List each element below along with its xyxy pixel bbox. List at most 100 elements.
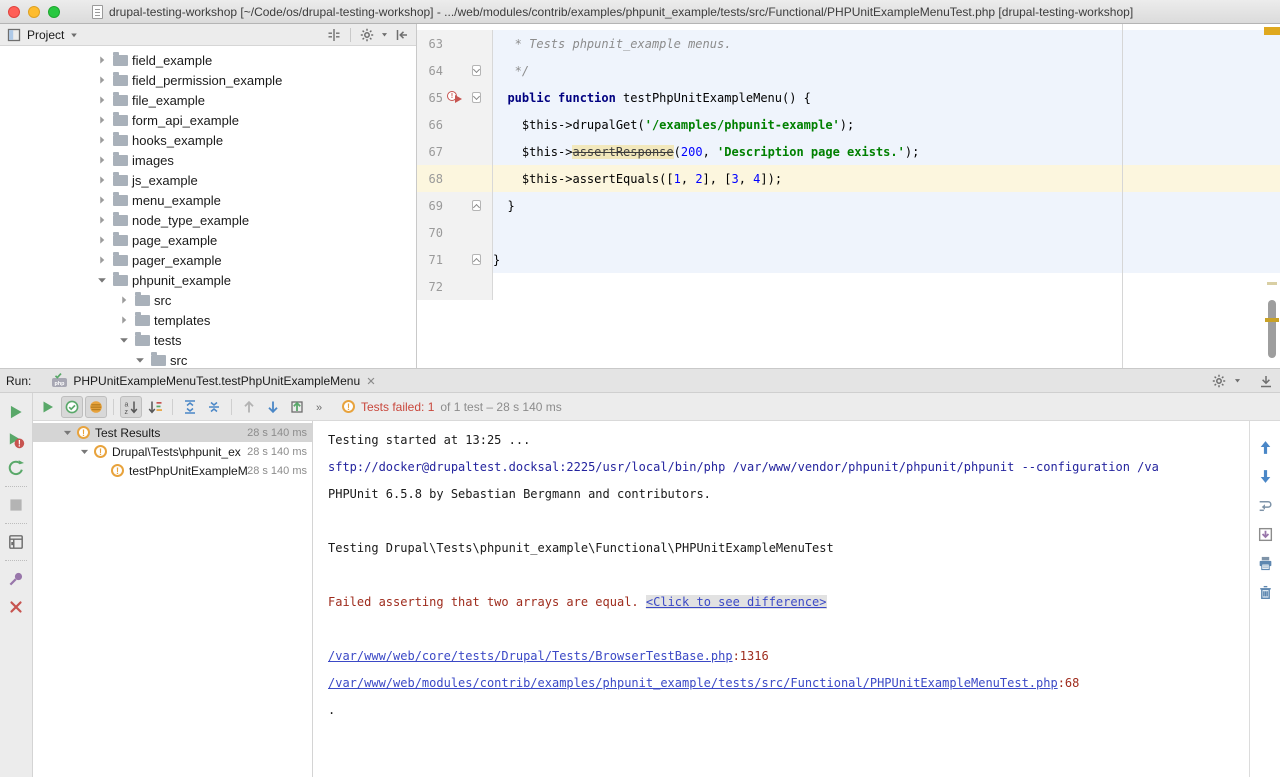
editor-line-70[interactable]: 70 bbox=[417, 219, 1280, 246]
editor-line-69[interactable]: 69 } bbox=[417, 192, 1280, 219]
project-tree-item-menu_example[interactable]: menu_example bbox=[0, 190, 416, 210]
sort-alphabetically-button[interactable]: az bbox=[120, 396, 142, 418]
console-link[interactable]: <Click to see difference> bbox=[646, 595, 827, 609]
code-fold-icon[interactable] bbox=[472, 200, 481, 211]
test-console[interactable]: Testing started at 13:25 ...sftp://docke… bbox=[313, 421, 1280, 777]
chevron-down-icon[interactable] bbox=[69, 30, 79, 40]
editor-scrollbar[interactable] bbox=[1264, 24, 1280, 368]
test-tree-row[interactable]: !Drupal\Tests\phpunit_ex28 s 140 ms bbox=[33, 442, 312, 461]
chevron-down-icon[interactable] bbox=[117, 333, 131, 347]
chevron-down-icon[interactable] bbox=[78, 445, 91, 458]
more-actions-button[interactable]: » bbox=[310, 396, 332, 418]
chevron-right-icon[interactable] bbox=[117, 293, 131, 307]
hide-panel-icon[interactable] bbox=[394, 27, 410, 43]
next-failed-test-button[interactable] bbox=[262, 396, 284, 418]
code-fold-icon[interactable] bbox=[472, 254, 481, 265]
scroll-to-end-icon[interactable] bbox=[1257, 526, 1274, 543]
chevron-right-icon[interactable] bbox=[95, 153, 109, 167]
chevron-right-icon[interactable] bbox=[95, 113, 109, 127]
error-stripe-mark[interactable] bbox=[1267, 282, 1277, 285]
chevron-right-icon[interactable] bbox=[95, 233, 109, 247]
restore-layout-icon[interactable] bbox=[7, 533, 25, 551]
chevron-right-icon[interactable] bbox=[95, 213, 109, 227]
editor-line-67[interactable]: 67 $this->assertResponse(200, 'Descripti… bbox=[417, 138, 1280, 165]
rerun-failed-tests-icon[interactable]: ! bbox=[7, 431, 25, 449]
chevron-right-icon[interactable] bbox=[95, 253, 109, 267]
chevron-right-icon[interactable] bbox=[95, 193, 109, 207]
collapse-all-button[interactable] bbox=[203, 396, 225, 418]
project-tree-item-node_type_example[interactable]: node_type_example bbox=[0, 210, 416, 230]
test-tree-row[interactable]: !Test Results28 s 140 ms bbox=[33, 423, 312, 442]
project-tree-item-tests[interactable]: tests bbox=[0, 330, 416, 350]
error-stripe-mark[interactable] bbox=[1265, 318, 1279, 322]
chevron-right-icon[interactable] bbox=[95, 133, 109, 147]
chevron-down-icon[interactable] bbox=[95, 273, 109, 287]
gear-icon[interactable] bbox=[359, 27, 375, 43]
chevron-right-icon[interactable] bbox=[95, 93, 109, 107]
clear-all-icon[interactable] bbox=[1257, 584, 1274, 601]
failed-test-run-icon[interactable]: ! bbox=[447, 91, 463, 105]
code-fold-icon[interactable] bbox=[472, 65, 481, 76]
console-link[interactable]: /var/www/web/modules/contrib/examples/ph… bbox=[328, 676, 1058, 690]
chevron-right-icon[interactable] bbox=[117, 313, 131, 327]
gear-icon[interactable] bbox=[1211, 373, 1227, 389]
previous-failed-test-button[interactable] bbox=[238, 396, 260, 418]
minimize-window-button[interactable] bbox=[28, 6, 40, 18]
tests-failed-icon: ! bbox=[342, 400, 355, 413]
project-tree-item-templates[interactable]: templates bbox=[0, 310, 416, 330]
close-icon[interactable] bbox=[7, 598, 25, 616]
soft-wrap-icon[interactable] bbox=[1257, 497, 1274, 514]
test-results-tree: !Test Results28 s 140 ms!Drupal\Tests\ph… bbox=[33, 421, 313, 777]
project-tree-item-js_example[interactable]: js_example bbox=[0, 170, 416, 190]
project-tree-item-field_permission_example[interactable]: field_permission_example bbox=[0, 70, 416, 90]
import-test-results-button[interactable] bbox=[286, 396, 308, 418]
project-tree-item-hooks_example[interactable]: hooks_example bbox=[0, 130, 416, 150]
console-link[interactable]: /var/www/web/core/tests/Drupal/Tests/Bro… bbox=[328, 649, 733, 663]
project-tree-item-phpunit_example[interactable]: phpunit_example bbox=[0, 270, 416, 290]
project-tree-item-src[interactable]: src bbox=[0, 290, 416, 310]
rerun-icon[interactable] bbox=[7, 403, 25, 421]
project-tree-item-file_example[interactable]: file_example bbox=[0, 90, 416, 110]
project-tree-item-form_api_example[interactable]: form_api_example bbox=[0, 110, 416, 130]
pin-tab-icon[interactable] bbox=[7, 570, 25, 588]
chevron-right-icon[interactable] bbox=[95, 73, 109, 87]
project-tree-item-page_example[interactable]: page_example bbox=[0, 230, 416, 250]
editor-line-72[interactable]: 72 bbox=[417, 273, 1280, 300]
chevron-down-icon[interactable] bbox=[61, 426, 74, 439]
project-panel-title[interactable]: Project bbox=[27, 28, 64, 42]
scroll-down-icon[interactable] bbox=[1257, 468, 1274, 485]
stop-icon[interactable] bbox=[7, 496, 25, 514]
expand-all-button[interactable] bbox=[179, 396, 201, 418]
close-tab-icon[interactable] bbox=[365, 375, 377, 387]
run-tab[interactable]: php PHPUnitExampleMenuTest.testPhpUnitEx… bbox=[45, 369, 383, 393]
chevron-right-icon[interactable] bbox=[95, 173, 109, 187]
scrollbar-thumb[interactable] bbox=[1268, 300, 1276, 358]
toggle-auto-test-icon[interactable] bbox=[7, 459, 25, 477]
editor-line-68[interactable]: 68 $this->assertEquals([1, 2], [3, 4]); bbox=[417, 165, 1280, 192]
project-tree-item-pager_example[interactable]: pager_example bbox=[0, 250, 416, 270]
hide-panel-icon[interactable] bbox=[1258, 373, 1274, 389]
code-fold-icon[interactable] bbox=[472, 92, 481, 103]
error-stripe-mark[interactable] bbox=[1264, 27, 1280, 35]
project-tree-item-images[interactable]: images bbox=[0, 150, 416, 170]
code-editor[interactable]: 63 * Tests phpunit_example menus.64 */65… bbox=[417, 24, 1280, 368]
project-tree-item-field_example[interactable]: field_example bbox=[0, 50, 416, 70]
close-window-button[interactable] bbox=[8, 6, 20, 18]
show-passed-button[interactable] bbox=[61, 396, 83, 418]
rerun-tests-button[interactable] bbox=[37, 396, 59, 418]
scroll-up-icon[interactable] bbox=[1257, 439, 1274, 456]
test-tree-row[interactable]: !testPhpUnitExampleM28 s 140 ms bbox=[33, 461, 312, 480]
show-ignored-button[interactable] bbox=[85, 396, 107, 418]
editor-line-65[interactable]: 65! public function testPhpUnitExampleMe… bbox=[417, 84, 1280, 111]
editor-line-63[interactable]: 63 * Tests phpunit_example menus. bbox=[417, 30, 1280, 57]
editor-line-71[interactable]: 71} bbox=[417, 246, 1280, 273]
editor-line-64[interactable]: 64 */ bbox=[417, 57, 1280, 84]
chevron-right-icon[interactable] bbox=[95, 53, 109, 67]
print-icon[interactable] bbox=[1257, 555, 1274, 572]
zoom-window-button[interactable] bbox=[48, 6, 60, 18]
editor-line-66[interactable]: 66 $this->drupalGet('/examples/phpunit-e… bbox=[417, 111, 1280, 138]
scroll-from-source-icon[interactable] bbox=[326, 27, 342, 43]
sort-by-duration-button[interactable] bbox=[144, 396, 166, 418]
project-tree-item-src[interactable]: src bbox=[0, 350, 416, 368]
chevron-down-icon[interactable] bbox=[133, 353, 147, 367]
